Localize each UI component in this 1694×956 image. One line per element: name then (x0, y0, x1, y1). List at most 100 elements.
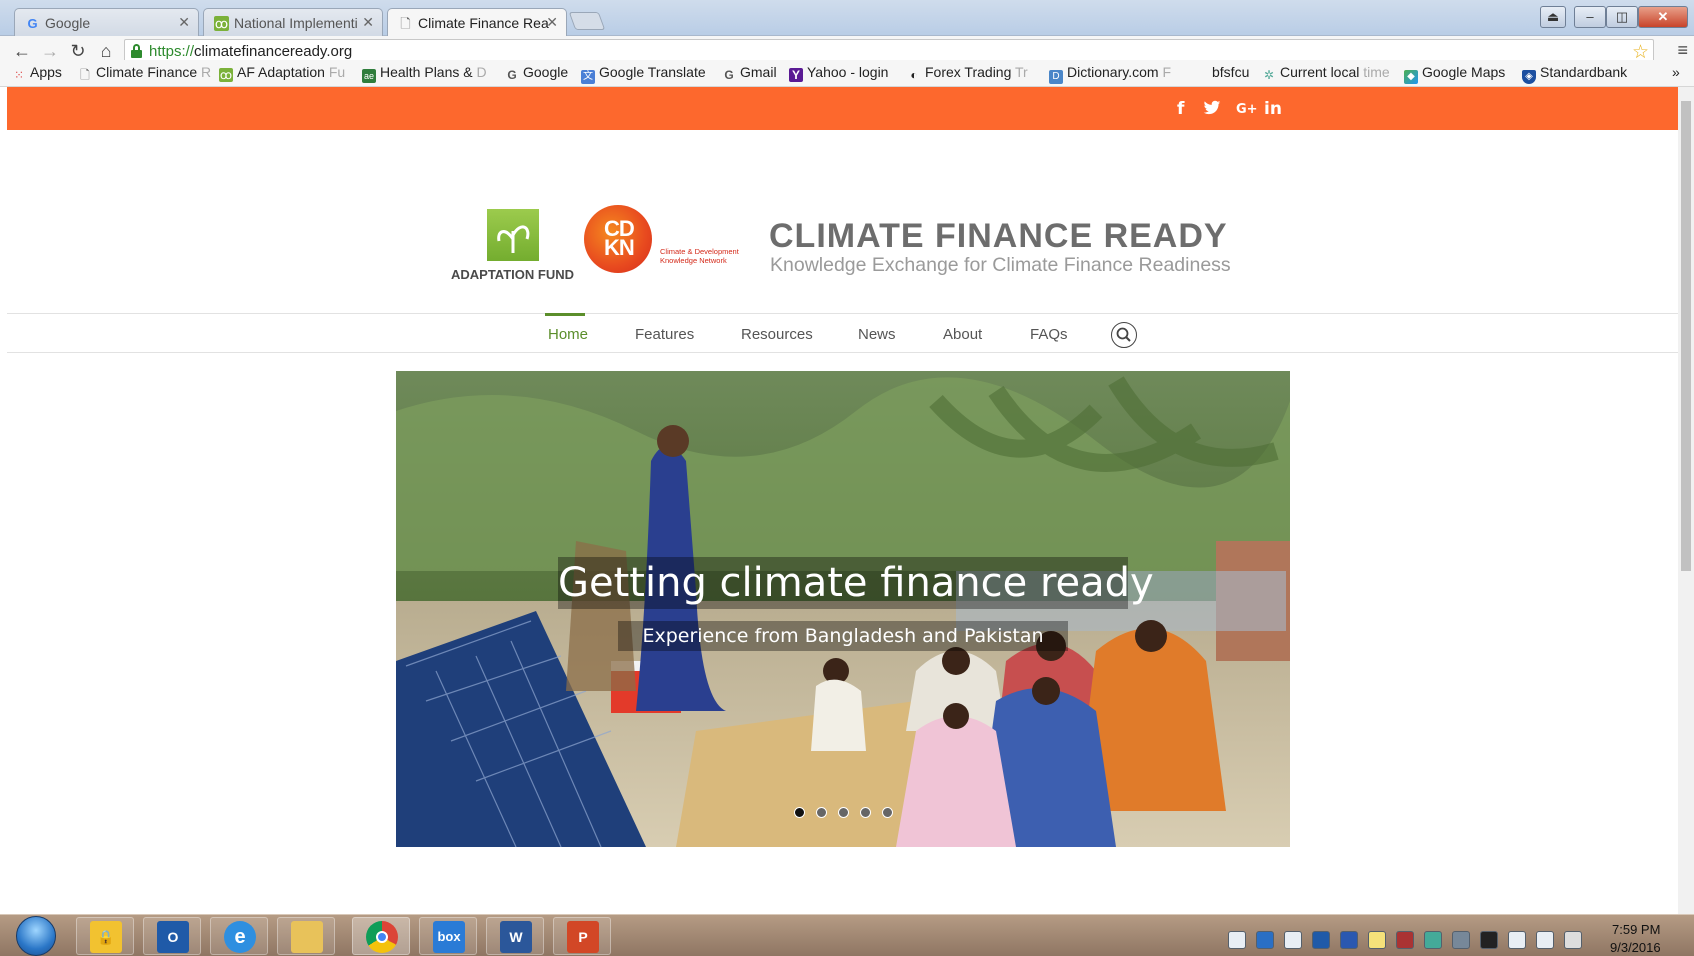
bookmark-standardbank[interactable]: ◈ Standardbank (1522, 64, 1627, 84)
slider-dot[interactable] (882, 807, 893, 818)
nav-resources[interactable]: Resources (741, 326, 813, 343)
clock-time[interactable]: 7:59 PM (1612, 922, 1660, 937)
adaptation-fund-logo[interactable]: ADAPTATION FUND (445, 209, 575, 289)
bookmark-current-local-time[interactable]: ✲ Current local time (1262, 64, 1390, 82)
home-icon[interactable]: ⌂ (94, 40, 118, 62)
taskbar-chrome[interactable] (352, 917, 410, 955)
search-icon[interactable] (1111, 322, 1137, 348)
bookmark-google[interactable]: G Google (505, 64, 568, 82)
adaptation-fund-icon: ꝏ (219, 68, 233, 82)
tray-volume-muted-icon[interactable] (1564, 931, 1582, 949)
tray-outlook-icon[interactable] (1312, 931, 1330, 949)
bookmark-climate-finance[interactable]: 🗋 Climate Finance R (78, 64, 211, 82)
twitter-icon[interactable]: t (1203, 99, 1221, 119)
back-arrow-icon[interactable]: ← (10, 40, 34, 62)
bookmark-gmail[interactable]: G Gmail (722, 64, 776, 82)
nav-news[interactable]: News (858, 326, 896, 343)
close-icon[interactable]: ✕ (178, 14, 190, 31)
tray-display-icon[interactable] (1536, 931, 1554, 949)
bookmark-dictionary[interactable]: D Dictionary.com F (1049, 64, 1171, 84)
health-plans-icon: ae (362, 69, 376, 83)
nav-about[interactable]: About (943, 326, 982, 343)
tab-google[interactable]: G Google ✕ (14, 8, 199, 36)
bookmarks-overflow-icon[interactable]: » (1672, 64, 1680, 80)
bookmark-health-plans[interactable]: ae Health Plans & D (362, 64, 487, 83)
tab-climate-finance-ready[interactable]: 🗋 Climate Finance Rea ✕ (387, 8, 567, 36)
taskbar-powerpoint[interactable]: P (553, 917, 611, 955)
folder-icon (291, 921, 323, 953)
shield-icon: ◈ (1522, 70, 1536, 84)
bookmark-yahoo[interactable]: Y Yahoo - login (789, 64, 888, 82)
yahoo-icon: Y (789, 68, 803, 82)
apps-grid-icon: ⁙ (13, 68, 25, 82)
taskbar-internet-explorer[interactable]: e (210, 917, 268, 955)
cdkn-logo[interactable]: CD KN Climate & Development Knowledge Net… (584, 205, 744, 273)
tray-box-sync-icon[interactable] (1452, 931, 1470, 949)
menu-icon[interactable]: ≡ (1677, 40, 1688, 61)
url-text: https://climatefinanceready.org (149, 43, 353, 60)
profile-icon[interactable]: ⏏ (1540, 6, 1566, 28)
powerpoint-icon: P (567, 921, 599, 953)
slider-dot[interactable] (816, 807, 827, 818)
tab-title: Climate Finance Rea (418, 15, 549, 31)
scrollbar-thumb[interactable] (1681, 101, 1691, 571)
facebook-icon[interactable]: f (1177, 99, 1184, 119)
bookmark-af-adaptation[interactable]: ꝏ AF Adaptation Fu (219, 64, 345, 82)
clock-date[interactable]: 9/3/2016 (1610, 940, 1661, 955)
forward-arrow-icon[interactable]: → (38, 40, 62, 62)
hero-slider[interactable]: Getting climate finance ready Experience… (396, 371, 1290, 847)
nav-features[interactable]: Features (635, 326, 694, 343)
new-tab-button[interactable] (568, 12, 606, 30)
vertical-scrollbar[interactable] (1678, 87, 1694, 914)
minimize-button[interactable]: – (1574, 6, 1606, 28)
page-icon: 🗋 (400, 16, 411, 31)
start-button[interactable] (16, 916, 56, 956)
taskbar-security-app[interactable]: 🔒 (76, 917, 134, 955)
tray-tools-icon[interactable] (1284, 931, 1302, 949)
taskbar-word[interactable]: W (486, 917, 544, 955)
linkedin-icon[interactable]: in (1264, 99, 1282, 119)
nav-faqs[interactable]: FAQs (1030, 326, 1068, 343)
chrome-icon (366, 921, 398, 953)
reload-icon[interactable]: ↻ (66, 40, 90, 62)
taskbar-box[interactable]: box (419, 917, 477, 955)
social-top-bar: f t G+ in (7, 87, 1678, 130)
taskbar-outlook[interactable]: O (143, 917, 201, 955)
tray-audio-icon[interactable] (1480, 931, 1498, 949)
nav-home[interactable]: Home (548, 326, 588, 343)
lock-icon: 🔒 (90, 921, 122, 953)
tray-dropbox-icon[interactable] (1256, 931, 1274, 949)
tray-bluetooth-icon[interactable] (1340, 931, 1358, 949)
bookmark-forex-trading[interactable]: ◐ Forex Trading Tr (907, 64, 1027, 82)
taskbar-file-explorer[interactable] (277, 917, 335, 955)
tray-network-icon[interactable] (1228, 931, 1246, 949)
dictionary-icon: D (1049, 70, 1063, 84)
google-plus-icon[interactable]: G+ (1236, 102, 1258, 117)
tray-shield-icon[interactable] (1396, 931, 1414, 949)
slider-dot[interactable] (860, 807, 871, 818)
google-g-icon: G (507, 68, 517, 82)
close-icon[interactable]: ✕ (546, 14, 558, 31)
slide-subtitle: Experience from Bangladesh and Pakistan (618, 621, 1068, 651)
tab-national-implementing[interactable]: ꝏ National Implementi ✕ (203, 8, 383, 36)
bookmark-google-maps[interactable]: ◆ Google Maps (1404, 64, 1505, 84)
bookmark-google-translate[interactable]: 文 Google Translate (581, 64, 706, 84)
slider-dot[interactable] (838, 807, 849, 818)
slider-dot[interactable] (794, 807, 805, 818)
site-title[interactable]: CLIMATE FINANCE READY (769, 217, 1228, 256)
maximize-button[interactable]: ◫ (1606, 6, 1638, 28)
google-g-icon: G (724, 68, 734, 82)
site-tagline: Knowledge Exchange for Climate Finance R… (770, 254, 1231, 276)
tray-power-icon[interactable] (1508, 931, 1526, 949)
close-icon[interactable]: ✕ (362, 14, 374, 31)
outlook-icon: O (157, 921, 189, 953)
maps-icon: ◆ (1404, 70, 1418, 84)
tray-globe-icon[interactable] (1424, 931, 1442, 949)
close-window-button[interactable]: ✕ (1638, 6, 1688, 28)
tray-notes-icon[interactable] (1368, 931, 1386, 949)
bookmark-bfsfcu[interactable]: bfsfcu (1212, 64, 1249, 80)
tab-title: Google (45, 15, 91, 31)
web-viewport: f t G+ in ADAPTATION FUND CD KN Climate … (7, 87, 1678, 914)
bookmark-apps[interactable]: ⁙ Apps (12, 64, 62, 82)
google-g-icon: G (27, 16, 38, 31)
